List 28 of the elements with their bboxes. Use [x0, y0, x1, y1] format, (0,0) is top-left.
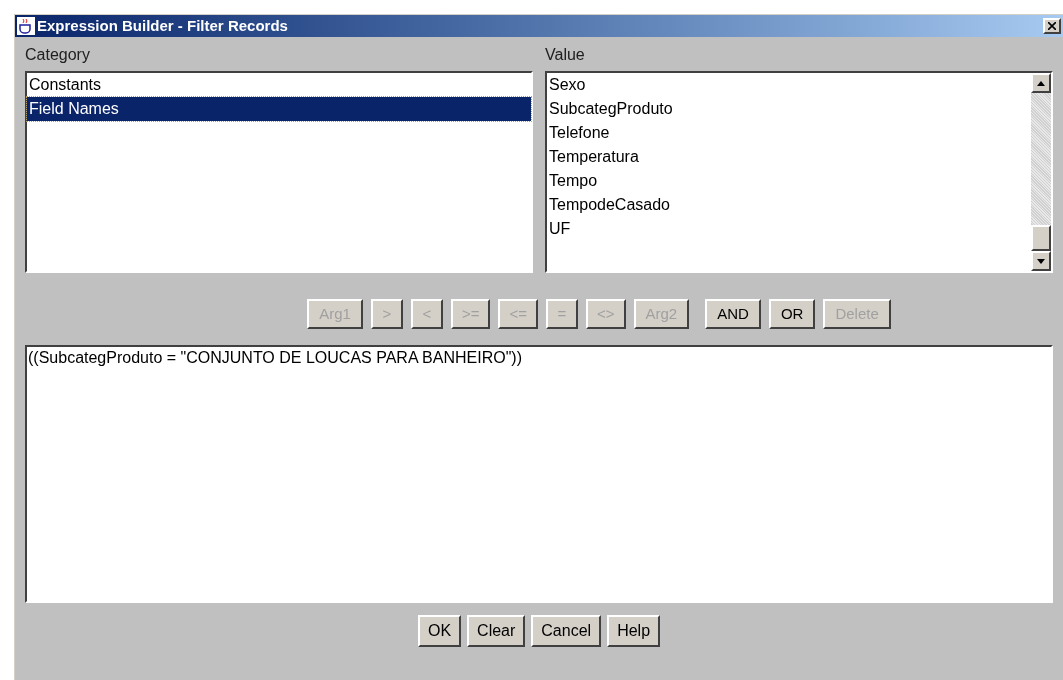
- expression-field[interactable]: ((SubcategProduto = "CONJUNTO DE LOUCAS PARA BANHEIRO")): [25, 345, 1053, 603]
- window-title: Expression Builder - Filter Records: [37, 15, 289, 36]
- list-item[interactable]: Constants: [27, 73, 531, 97]
- value-label: Value: [545, 45, 585, 65]
- close-icon[interactable]: [1048, 22, 1056, 30]
- dialog-button[interactable]: Help: [607, 615, 661, 647]
- list-item[interactable]: SubcategProduto: [547, 97, 1031, 121]
- list-item[interactable]: Telefone: [547, 121, 1031, 145]
- close-button[interactable]: [1043, 18, 1061, 34]
- list-item[interactable]: TempodeCasado: [547, 193, 1031, 217]
- value-list[interactable]: Sexo SubcategProduto Telefone Temperatura Tempo TempodeCasado UF: [545, 71, 1053, 273]
- category-label: Category: [25, 45, 90, 65]
- list-item[interactable]: Temperatura: [547, 145, 1031, 169]
- scroll-thumb[interactable]: [1031, 225, 1051, 251]
- list-item[interactable]: Tempo: [547, 169, 1031, 193]
- dialog-button[interactable]: Cancel: [531, 615, 602, 647]
- dialog-button[interactable]: Clear: [467, 615, 526, 647]
- list-item[interactable]: UF: [547, 217, 1031, 241]
- category-list[interactable]: Constants Field Names: [25, 71, 533, 273]
- dialog-button[interactable]: OK: [417, 615, 462, 647]
- scroll-down-icon[interactable]: [1031, 251, 1051, 271]
- list-item[interactable]: Sexo: [547, 73, 1031, 97]
- operator-button[interactable]: AND: [705, 299, 761, 329]
- list-item[interactable]: Field Names: [27, 97, 531, 121]
- cup-icon: [17, 17, 35, 35]
- operator-button[interactable]: OR: [768, 299, 816, 329]
- scroll-up-icon[interactable]: [1031, 73, 1051, 93]
- scrollbar[interactable]: [1031, 73, 1051, 271]
